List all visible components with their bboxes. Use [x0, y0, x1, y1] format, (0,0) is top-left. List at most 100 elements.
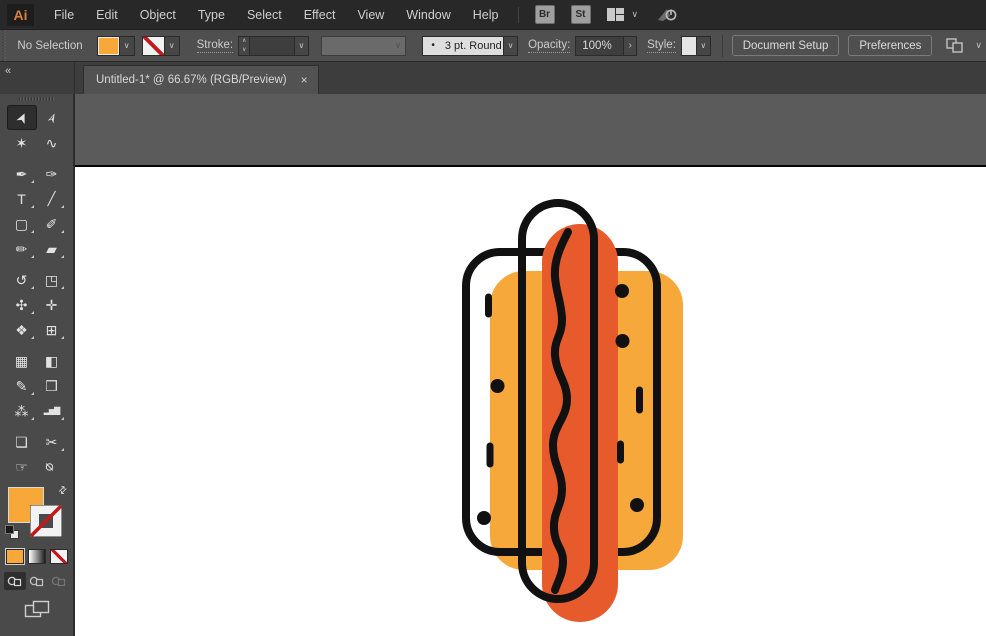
hotdog-artwork[interactable]: [75, 94, 984, 636]
blend-tool[interactable]: ❒: [37, 373, 67, 398]
collapse-panel-icon[interactable]: «: [5, 65, 11, 77]
menu-edit[interactable]: Edit: [85, 0, 129, 29]
magic-wand-tool[interactable]: ✶: [7, 130, 37, 155]
puppet-warp-tool[interactable]: ✛: [37, 292, 67, 317]
align-chevron-icon[interactable]: ∨: [971, 41, 986, 50]
menu-window[interactable]: Window: [395, 0, 461, 29]
shape-builder-tool[interactable]: ❖: [7, 317, 37, 342]
tool-grid: ➤ ➢ ✶ ∿ ✒ ✑ T ╱ ▢ ✐ ✏ ▰ ↺ ◳ ✣ ✛ ❖ ⊞ ▦ ◧: [7, 105, 67, 479]
stroke-indicator[interactable]: [30, 505, 62, 542]
style-swatch[interactable]: [681, 36, 697, 56]
document-tab-title: Untitled-1* @ 66.67% (RGB/Preview): [96, 74, 287, 86]
perspective-grid-tool[interactable]: ⊞: [37, 317, 67, 342]
tab-row: « Untitled-1* @ 66.67% (RGB/Preview) ×: [0, 62, 986, 94]
main-area: ➤ ➢ ✶ ∿ ✒ ✑ T ╱ ▢ ✐ ✏ ▰ ↺ ◳ ✣ ✛ ❖ ⊞ ▦ ◧: [0, 94, 986, 636]
align-icon[interactable]: [945, 37, 967, 54]
swap-fill-stroke-icon[interactable]: ⇄: [56, 484, 70, 498]
menu-help[interactable]: Help: [462, 0, 510, 29]
drawing-mode-buttons: [4, 572, 70, 590]
mesh-tool[interactable]: ▦: [7, 348, 37, 373]
menu-type[interactable]: Type: [187, 0, 236, 29]
document-tab[interactable]: Untitled-1* @ 66.67% (RGB/Preview) ×: [83, 65, 319, 94]
fill-color-swatch[interactable]: [97, 36, 120, 56]
opacity-label[interactable]: Opacity:: [528, 39, 570, 53]
stepper-down-icon[interactable]: ∨: [239, 46, 249, 55]
eyedropper-tool[interactable]: ✎: [7, 373, 37, 398]
width-tool[interactable]: ✣: [7, 292, 37, 317]
line-segment-tool[interactable]: ╱: [37, 186, 67, 211]
dot-shape[interactable]: [491, 379, 505, 393]
preferences-button[interactable]: Preferences: [848, 35, 932, 56]
paintbrush-tool[interactable]: ✐: [37, 211, 67, 236]
stroke-weight-stepper[interactable]: ∧ ∨: [238, 36, 250, 56]
gpu-performance-icon[interactable]: [656, 6, 678, 23]
stroke-weight-label[interactable]: Stroke:: [197, 39, 233, 53]
bridge-button[interactable]: Br: [535, 5, 555, 24]
menu-effect[interactable]: Effect: [293, 0, 347, 29]
rotate-tool-icon: ↺: [16, 273, 28, 287]
canvas-area[interactable]: [75, 94, 986, 636]
symbol-sprayer-tool[interactable]: ⁂: [7, 398, 37, 423]
brush-preview-icon: •: [431, 40, 435, 51]
dot-shape[interactable]: [616, 334, 630, 348]
rectangle-tool[interactable]: ▢: [7, 211, 37, 236]
hand-tool[interactable]: ☞: [7, 454, 37, 479]
curvature-tool-icon: ✑: [46, 167, 58, 181]
menu-view[interactable]: View: [346, 0, 395, 29]
gradient-tool[interactable]: ◧: [37, 348, 67, 373]
width-profile-chevron-icon: ∨: [391, 41, 406, 50]
scale-tool[interactable]: ◳: [37, 267, 67, 292]
eraser-tool[interactable]: ▰: [37, 236, 67, 261]
selection-tool[interactable]: ➤: [7, 105, 37, 130]
stroke-none-swatch[interactable]: [142, 36, 165, 56]
menu-object[interactable]: Object: [129, 0, 187, 29]
opacity-arrow-icon[interactable]: ›: [624, 36, 637, 56]
screen-mode-icon[interactable]: [24, 600, 50, 625]
slice-tool[interactable]: ✂: [37, 429, 67, 454]
dot-shape[interactable]: [630, 498, 644, 512]
symbol-sprayer-tool-icon: ⁂: [15, 404, 29, 418]
draw-inside-icon: [48, 572, 70, 590]
menu-file[interactable]: File: [43, 0, 85, 29]
rotate-tool[interactable]: ↺: [7, 267, 37, 292]
workspace-switcher-icon[interactable]: [607, 8, 624, 21]
curvature-tool[interactable]: ✑: [37, 161, 67, 186]
stock-button[interactable]: St: [571, 5, 591, 24]
control-bar-grip[interactable]: [0, 30, 7, 61]
style-chevron-icon[interactable]: ∨: [697, 36, 711, 56]
shaper-tool[interactable]: ✏: [7, 236, 37, 261]
type-tool[interactable]: T: [7, 186, 37, 211]
draw-behind-icon[interactable]: [26, 572, 48, 590]
color-button[interactable]: [6, 549, 24, 564]
menu-select[interactable]: Select: [236, 0, 293, 29]
none-button[interactable]: [50, 549, 68, 564]
gradient-tool-icon: ◧: [45, 354, 58, 368]
tools-panel-grip[interactable]: [19, 97, 55, 101]
pen-tool[interactable]: ✒: [7, 161, 37, 186]
rectangle-tool-icon: ▢: [15, 217, 28, 231]
stroke-color-chevron-icon[interactable]: ∨: [165, 36, 180, 56]
dot-shape[interactable]: [477, 511, 491, 525]
fill-color-chevron-icon[interactable]: ∨: [120, 36, 135, 56]
draw-normal-icon[interactable]: [4, 572, 26, 590]
stroke-weight-field[interactable]: [250, 36, 295, 56]
zoom-tool[interactable]: ⌀: [37, 454, 67, 479]
lasso-tool[interactable]: ∿: [37, 130, 67, 155]
brush-definition-chevron-icon[interactable]: ∨: [504, 36, 518, 56]
document-setup-button[interactable]: Document Setup: [732, 35, 840, 56]
tab-close-icon[interactable]: ×: [301, 73, 308, 87]
stepper-up-icon[interactable]: ∧: [239, 37, 249, 46]
stroke-weight-chevron-icon[interactable]: ∨: [295, 36, 309, 56]
dot-shape[interactable]: [615, 284, 629, 298]
opacity-field[interactable]: 100%: [575, 36, 624, 56]
menu-bar: Ai File Edit Object Type Select Effect V…: [0, 0, 986, 29]
style-label[interactable]: Style:: [647, 39, 676, 53]
workspace-chevron-icon[interactable]: ∨: [628, 10, 643, 19]
brush-definition-dropdown[interactable]: • 3 pt. Round: [422, 36, 504, 56]
type-tool-icon: T: [17, 192, 26, 206]
gradient-button[interactable]: [28, 549, 46, 564]
default-fill-stroke-icon[interactable]: [5, 525, 19, 539]
artboard-tool[interactable]: ❏: [7, 429, 37, 454]
column-graph-tool[interactable]: ▂▅▇: [37, 398, 67, 423]
direct-selection-tool[interactable]: ➢: [37, 105, 67, 130]
